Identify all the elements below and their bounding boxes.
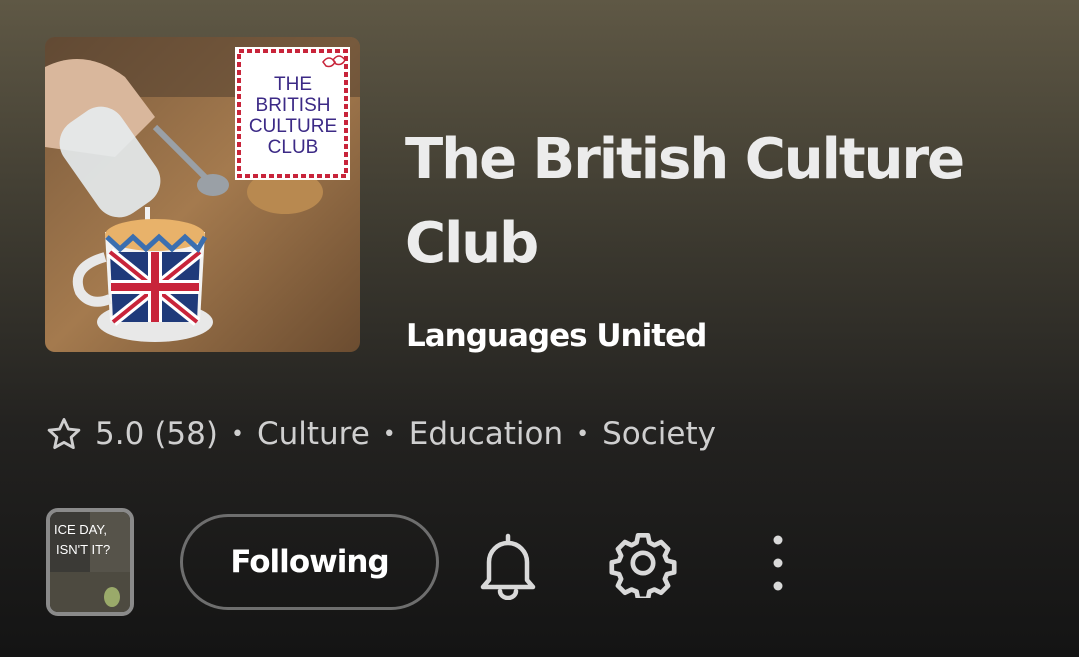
separator-dot: • bbox=[576, 421, 590, 447]
rating-count: (58) bbox=[154, 416, 218, 452]
cover-title-line: THE bbox=[274, 74, 312, 95]
cover-title-line: CULTURE bbox=[249, 116, 337, 137]
category-education[interactable]: Education bbox=[409, 416, 563, 452]
podcast-meta-row: 5.0 (58) • Culture • Education • Society bbox=[45, 412, 716, 456]
rating-value: 5.0 bbox=[95, 416, 145, 452]
thumb-text-line: ICE DAY, bbox=[54, 522, 107, 537]
thumb-text-line: ISN'T IT? bbox=[56, 542, 110, 557]
cover-title-line: CLUB bbox=[268, 137, 319, 158]
more-vertical-icon[interactable] bbox=[763, 530, 793, 596]
separator-dot: • bbox=[382, 421, 396, 447]
separator-dot: • bbox=[230, 421, 244, 447]
podcast-author-link[interactable]: Languages United bbox=[406, 318, 707, 354]
bell-icon[interactable] bbox=[475, 530, 541, 601]
following-button[interactable]: Following bbox=[180, 514, 439, 610]
gear-icon[interactable] bbox=[608, 528, 678, 602]
category-society[interactable]: Society bbox=[602, 416, 716, 452]
episode-thumbnail[interactable]: ICE DAY, ISN'T IT? bbox=[46, 508, 134, 616]
star-icon bbox=[47, 418, 81, 450]
cover-title-line: BRITISH bbox=[256, 95, 331, 116]
category-culture[interactable]: Culture bbox=[257, 416, 370, 452]
podcast-title: The British Culture Club bbox=[405, 127, 965, 276]
podcast-cover-art[interactable]: THE BRITISH CULTURE CLUB bbox=[45, 37, 360, 352]
